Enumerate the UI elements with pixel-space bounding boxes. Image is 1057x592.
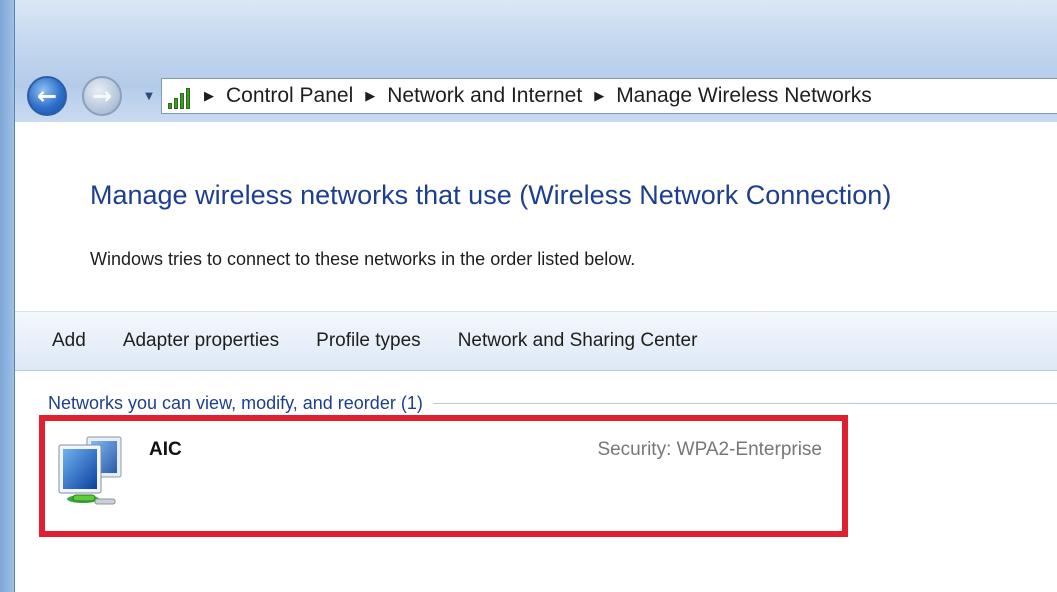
add-button[interactable]: Add — [52, 330, 86, 352]
adapter-properties-button[interactable]: Adapter properties — [123, 330, 279, 352]
breadcrumb-separator-icon[interactable]: ▶ — [365, 88, 375, 104]
group-divider — [432, 402, 1057, 404]
address-bar[interactable]: ▶ Control Panel ▶ Network and Internet ▶… — [161, 78, 1057, 114]
network-name: AIC — [149, 439, 182, 460]
page-description: Windows tries to connect to these networ… — [90, 249, 636, 269]
recent-pages-dropdown[interactable]: ▼ — [142, 84, 156, 108]
networks-group-header[interactable]: Networks you can view, modify, and reord… — [48, 391, 1057, 415]
profile-types-button[interactable]: Profile types — [316, 330, 421, 352]
forward-arrow-icon: → — [91, 82, 113, 110]
breadcrumb-separator-icon[interactable]: ▶ — [204, 88, 214, 104]
wireless-network-icon — [58, 436, 122, 505]
breadcrumb-separator-icon[interactable]: ▶ — [594, 88, 604, 104]
network-list-item[interactable]: AIC Security: WPA2-Enterprise — [39, 415, 848, 537]
security-label: Security: — [597, 439, 672, 460]
network-signal-icon — [168, 83, 196, 109]
command-toolbar: Add Adapter properties Profile types Net… — [15, 311, 1057, 371]
networks-group-label: Networks you can view, modify, and reord… — [48, 392, 423, 413]
back-button[interactable]: ← — [27, 76, 67, 116]
breadcrumb: ▶ Control Panel ▶ Network and Internet ▶… — [204, 84, 872, 108]
network-and-sharing-center-button[interactable]: Network and Sharing Center — [458, 330, 698, 352]
chevron-down-icon: ▼ — [145, 90, 153, 102]
breadcrumb-control-panel[interactable]: Control Panel — [226, 84, 353, 108]
breadcrumb-network-and-internet[interactable]: Network and Internet — [387, 84, 582, 108]
window-frame-left — [0, 0, 15, 592]
page-title: Manage wireless networks that use (Wirel… — [90, 180, 892, 210]
breadcrumb-manage-wireless-networks[interactable]: Manage Wireless Networks — [616, 84, 872, 108]
security-value: WPA2-Enterprise — [676, 439, 822, 460]
forward-button[interactable]: → — [82, 76, 122, 116]
back-arrow-icon: ← — [36, 82, 58, 110]
network-security: Security: WPA2-Enterprise — [597, 439, 822, 461]
